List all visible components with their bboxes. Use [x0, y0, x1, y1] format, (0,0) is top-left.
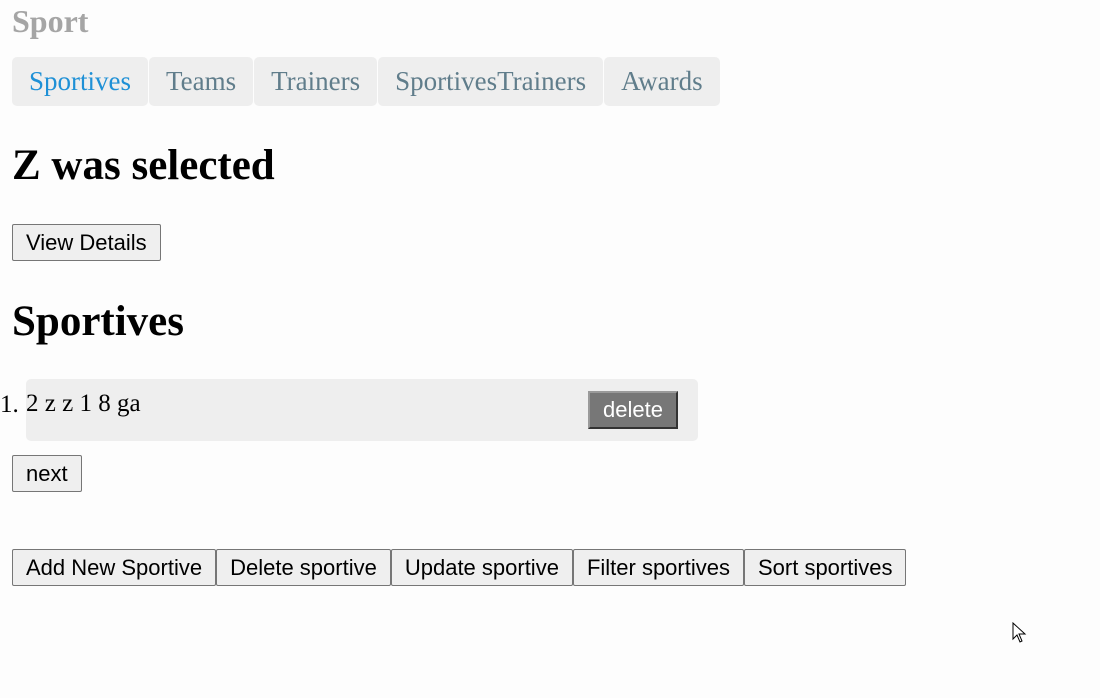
next-page-button[interactable]: next	[12, 455, 82, 492]
mouse-pointer-icon	[1012, 622, 1027, 643]
app-title: Sport	[12, 3, 89, 39]
list-item-text: 2 z z 1 8 ga	[26, 390, 141, 417]
view-details-button[interactable]: View Details	[12, 224, 161, 261]
list-item[interactable]: 2 z z 1 8 ga delete	[26, 379, 698, 441]
sort-sportives-button[interactable]: Sort sportives	[743, 549, 907, 586]
selection-heading: Z was selected	[12, 142, 275, 189]
tab-sportives[interactable]: Sportives	[12, 57, 149, 106]
filter-sportives-button[interactable]: Filter sportives	[572, 549, 744, 586]
tab-teams[interactable]: Teams	[149, 57, 254, 106]
list-item-number: 1.	[0, 391, 19, 418]
delete-item-button[interactable]: delete	[588, 391, 678, 429]
delete-sportive-button[interactable]: Delete sportive	[216, 549, 391, 586]
main-nav: Sportives Teams Trainers SportivesTraine…	[12, 57, 720, 106]
sportives-heading: Sportives	[12, 298, 184, 345]
action-toolbar: Add New Sportive Delete sportive Update …	[12, 549, 907, 586]
update-sportive-button[interactable]: Update sportive	[390, 549, 573, 586]
add-sportive-button[interactable]: Add New Sportive	[12, 549, 217, 586]
tab-awards[interactable]: Awards	[604, 57, 720, 106]
tab-sportives-trainers[interactable]: SportivesTrainers	[378, 57, 604, 106]
tab-trainers[interactable]: Trainers	[254, 57, 378, 106]
